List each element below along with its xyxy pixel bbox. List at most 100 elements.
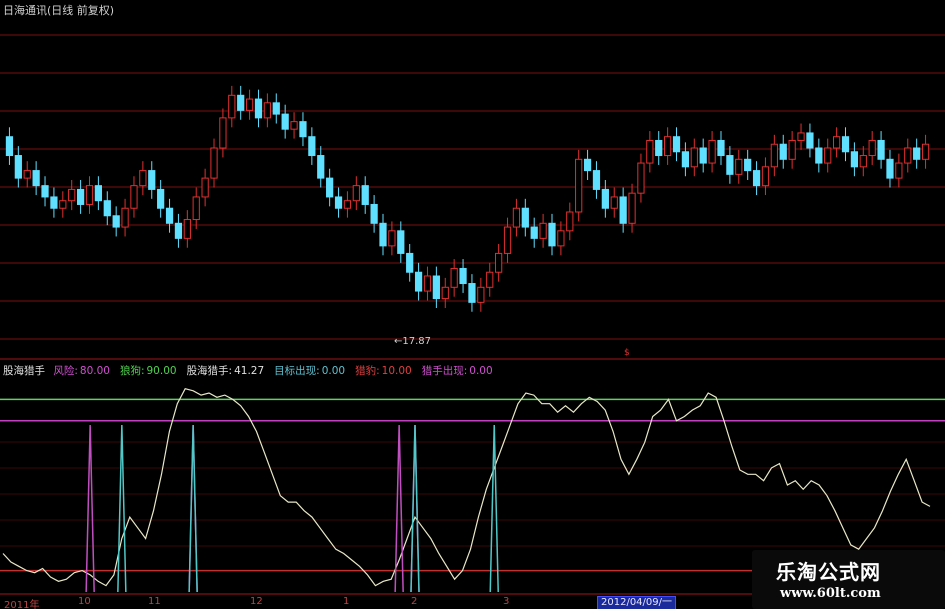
candle-body [76, 188, 85, 205]
legend-item: 风险: 80.00 [53, 365, 115, 377]
candle-body [806, 132, 814, 149]
candle-body [112, 215, 120, 228]
candle-body [219, 117, 227, 149]
candle-body [432, 275, 440, 300]
candle-body [237, 94, 245, 111]
candle-body [317, 155, 325, 179]
candle-body [468, 283, 476, 303]
legend-item-value: 10.00 [381, 365, 412, 377]
indicator-name: 股海猎手 [3, 365, 45, 377]
candle-body [886, 158, 894, 179]
candle-body [32, 170, 40, 187]
legend-item-label: 目标出现: [274, 365, 320, 377]
candle-body [699, 147, 707, 164]
candle-body [877, 139, 885, 160]
legend-item: 股海猎手: 41.27 [187, 365, 270, 377]
x-axis-tick: 1 [343, 596, 350, 607]
legend-item: 猎手出现: 0.00 [422, 365, 498, 377]
candle-body [752, 170, 761, 187]
candle-body [610, 196, 618, 209]
candle-body [14, 155, 22, 179]
candle-body [904, 147, 912, 164]
legend-item-value: 80.00 [79, 365, 110, 377]
x-axis-tick: 11 [148, 596, 161, 607]
candle-body [157, 188, 165, 209]
candle-body [94, 185, 103, 202]
x-axis-tick: 2 [411, 596, 418, 607]
signal-spike-cyan [188, 425, 198, 593]
watermark-title: 乐淘公式网 [776, 560, 881, 584]
candle-body [183, 219, 191, 239]
chart-title: 日海通讯(日线 前复权) [3, 4, 115, 17]
candle-body [308, 136, 316, 157]
candle-body [512, 207, 521, 228]
candle-body [130, 185, 138, 209]
price-low-label: ←17.87 [394, 336, 432, 347]
candle-body [655, 139, 663, 157]
candle-body [174, 222, 183, 239]
candle-body [148, 170, 156, 190]
candle-body [726, 155, 734, 175]
candle-body [5, 136, 14, 157]
candle-body [690, 147, 698, 168]
candle-body [619, 196, 627, 224]
candle-body [868, 139, 876, 157]
candle-body [121, 207, 129, 228]
x-axis-tick: 2012/04/09/一 [597, 596, 677, 609]
mid-marker: $ [624, 348, 630, 358]
signal-spike-cyan [489, 425, 499, 593]
legend-item-value: 0.00 [321, 365, 346, 377]
candle-body [681, 151, 690, 168]
candle-body [859, 155, 867, 168]
candle-body [672, 136, 681, 153]
signal-spike-magenta [85, 425, 95, 593]
legend-item-value: 0.00 [469, 365, 493, 377]
watermark: 乐淘公式网 www.60lt.com [752, 550, 945, 609]
x-axis-tick: 2011年 [4, 600, 40, 609]
candle-body [477, 286, 485, 303]
candle-body [326, 177, 334, 198]
candle-body [103, 200, 111, 217]
candle-body [361, 185, 369, 205]
candle-body [414, 271, 423, 292]
candle-body [299, 121, 307, 138]
candle-body [59, 200, 67, 209]
candle-body [521, 207, 529, 228]
candle-body [68, 188, 76, 202]
candle-body [637, 162, 645, 194]
candle-body [735, 158, 743, 175]
candle-body [832, 136, 841, 149]
candle-body [788, 139, 796, 160]
legend-item-label: 狼狗: [119, 365, 145, 377]
legend-item-label: 猎手出现: [421, 365, 468, 377]
candle-body [779, 143, 787, 160]
legend-item-label: 猎豹: [355, 365, 380, 377]
candle-body [530, 226, 538, 239]
candle-body [761, 166, 770, 187]
candle-body [913, 147, 921, 160]
candle-body [486, 271, 494, 288]
signal-spike-cyan [410, 425, 420, 593]
candle-body [850, 151, 859, 168]
candle-body [495, 252, 503, 273]
candle-body [379, 222, 387, 247]
candle-body [165, 207, 174, 224]
candle-body [139, 170, 147, 187]
legend-item: 狼狗: 90.00 [120, 365, 182, 377]
candle-body [797, 132, 805, 141]
candle-body [770, 143, 778, 168]
x-axis-tick: 12 [250, 596, 263, 607]
candle-body [708, 139, 716, 164]
candle-body [744, 158, 752, 172]
candle-body [41, 185, 49, 198]
legend-item-value: 90.00 [146, 365, 177, 377]
candle-body [815, 147, 823, 164]
candle-body [352, 185, 360, 202]
candle-body [921, 143, 930, 160]
candle-body [450, 267, 458, 288]
x-axis-tick: 3 [503, 596, 510, 607]
candle-body [539, 222, 547, 239]
candle-body [895, 162, 903, 179]
candle-body [245, 98, 254, 111]
candle-body [423, 275, 432, 292]
